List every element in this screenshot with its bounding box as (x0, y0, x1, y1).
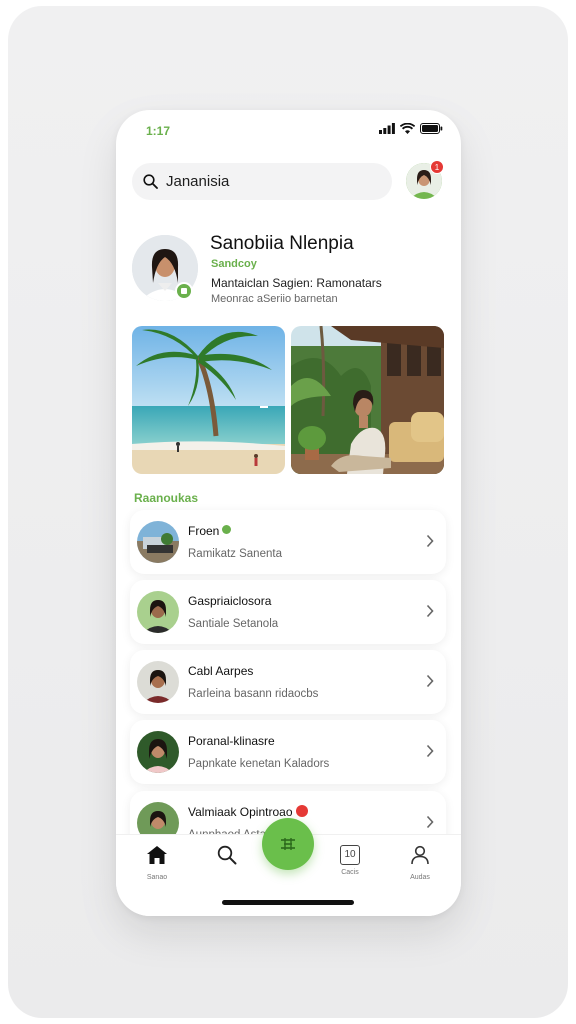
contact-avatar (137, 591, 179, 633)
contact-subtitle: Ramikatz Sanenta (188, 548, 282, 560)
contact-name: Cabl Aarpes (188, 664, 254, 678)
person-icon (411, 845, 429, 865)
contact-subtitle: Rarleina basann ridaocbs (188, 688, 319, 700)
profile-role: Sandcoy (211, 258, 257, 270)
unread-indicator (295, 805, 308, 817)
nav-search[interactable] (205, 845, 249, 874)
photo-veranda[interactable] (291, 326, 444, 474)
phone-screen: 1:17 Jananisia 1 Sanobiia Nlenpia Sandco… (116, 110, 461, 916)
contact-avatar (137, 731, 179, 773)
contact-subtitle: Papnkate kenetan Kaladors (188, 758, 330, 770)
nav-profile[interactable]: Audas (398, 845, 442, 881)
list-item[interactable]: Cabl Aarpes Rarleina basann ridaocbs (130, 650, 446, 714)
home-icon (147, 846, 167, 864)
contact-subtitle: Santiale Setanola (188, 618, 279, 630)
profile-location: Meonrac aSeriio barnetan (211, 293, 338, 305)
contact-name: Froen (188, 524, 232, 538)
signal-icon (379, 123, 395, 134)
compose-button[interactable] (262, 818, 314, 870)
nav-calendar[interactable]: 10 Cacis (328, 845, 372, 876)
profile-name: Sanobiia Nlenpia (210, 233, 354, 254)
contact-avatar (137, 661, 179, 703)
section-title: Raanoukas (134, 491, 199, 505)
notification-badge: 1 (430, 160, 444, 174)
chevron-right-icon (426, 744, 434, 758)
search-icon (217, 845, 237, 865)
chevron-right-icon (426, 815, 434, 829)
contact-name: Gaspriaiclosora (188, 594, 272, 608)
verified-icon (175, 282, 193, 300)
search-icon (143, 174, 158, 189)
status-icons (379, 123, 443, 134)
online-indicator (222, 525, 232, 534)
contact-avatar (137, 521, 179, 563)
compose-icon (281, 838, 295, 850)
contact-name: Poranal-klinasre (188, 734, 275, 748)
calendar-icon: 10 (340, 845, 360, 865)
search-value: Jananisia (166, 173, 230, 190)
list-item[interactable]: Froen Ramikatz Sanenta (130, 510, 446, 574)
nav-home[interactable]: Sanao (135, 845, 179, 881)
battery-icon (420, 123, 443, 134)
chevron-right-icon (426, 674, 434, 688)
contact-name: Valmiaak Opintroao (188, 805, 308, 819)
home-indicator (222, 900, 354, 905)
photo-beach[interactable] (132, 326, 285, 474)
chevron-right-icon (426, 534, 434, 548)
list-item[interactable]: Gaspriaiclosora Santiale Setanola (130, 580, 446, 644)
chevron-right-icon (426, 604, 434, 618)
list-item[interactable]: Poranal-klinasre Papnkate kenetan Kalado… (130, 720, 446, 784)
search-input[interactable]: Jananisia (132, 163, 392, 200)
profile-description: Mantaiclan Sagien: Ramonatars (211, 276, 382, 290)
wifi-icon (400, 123, 415, 134)
status-time: 1:17 (146, 124, 171, 138)
